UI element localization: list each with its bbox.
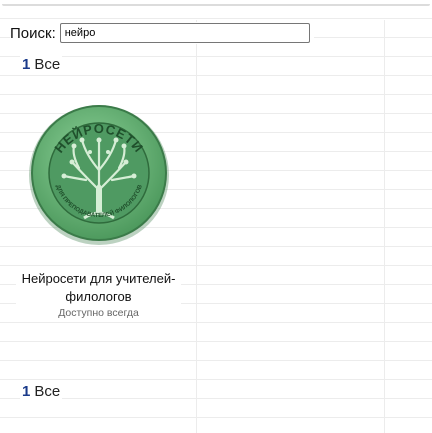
course-title[interactable]: Нейросети для учителей-филологов [16,270,181,306]
window-top-edge [0,0,432,6]
pager-top: 1 Все [20,56,63,73]
course-card[interactable]: НЕЙРОСЕТИ ДЛЯ ПРЕПОДАВАТЕЛЕЙ ФИЛОЛОГОВ Н… [16,100,181,319]
pager-bottom: 1 Все [20,383,63,400]
search-input[interactable] [59,23,310,43]
course-availability: Доступно всегда [16,307,181,319]
search-label: Поиск: [10,24,56,42]
page-1-link[interactable]: 1 [22,383,30,400]
course-logo[interactable]: НЕЙРОСЕТИ ДЛЯ ПРЕПОДАВАТЕЛЕЙ ФИЛОЛОГОВ [16,100,181,250]
show-all-link[interactable]: Все [34,383,60,400]
search-bar: Поиск: [10,22,314,44]
window-top-edge-line [2,4,430,6]
grid-divider [196,20,197,433]
grid-divider [384,20,385,433]
course-logo-image: НЕЙРОСЕТИ ДЛЯ ПРЕПОДАВАТЕЛЕЙ ФИЛОЛОГОВ [28,105,169,245]
show-all-link[interactable]: Все [34,56,60,73]
page-1-link[interactable]: 1 [22,56,30,73]
